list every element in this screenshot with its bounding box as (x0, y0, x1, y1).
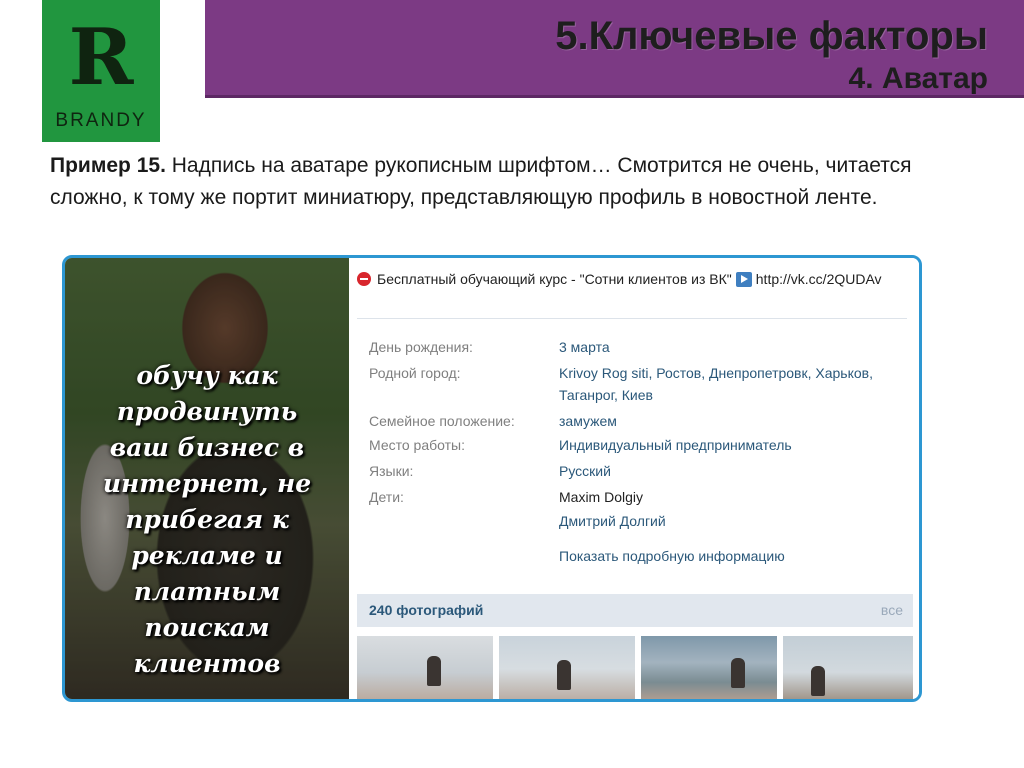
profile-screenshot: обучу как продвинуть ваш бизнес в интерн… (62, 255, 922, 702)
info-label: Место работы: (369, 437, 465, 453)
info-label: День рождения: (369, 339, 473, 355)
person-figure (811, 666, 825, 696)
caption-line: обучу как (136, 361, 278, 390)
person-figure (731, 658, 745, 688)
brandy-logo: R BRANDY (42, 0, 160, 142)
info-value[interactable]: Индивидуальный предприниматель (559, 434, 919, 456)
caption-line: ваш бизнес в (109, 433, 305, 462)
avatar-image[interactable]: обучу как продвинуть ваш бизнес в интерн… (65, 258, 349, 699)
info-value[interactable]: замужем (559, 410, 919, 432)
status-link[interactable]: http://vk.cc/2QUDAv (756, 271, 882, 287)
info-value: Maxim Dolgiy (559, 489, 644, 505)
photo-thumbnail[interactable] (783, 636, 913, 699)
play-icon (735, 272, 752, 287)
logo-letter: R (68, 12, 134, 103)
caption-line: рекламе и (131, 541, 283, 570)
info-value[interactable]: Дмитрий Долгий (559, 510, 919, 532)
profile-status: Бесплатный обучающий курс - "Сотни клиен… (357, 268, 907, 291)
profile-info: Бесплатный обучающий курс - "Сотни клиен… (349, 258, 919, 699)
caption-line: прибегая к (125, 505, 289, 534)
photo-thumbnail[interactable] (357, 636, 493, 699)
person-figure (427, 656, 441, 686)
photos-title[interactable]: 240 фотографий (369, 602, 483, 618)
info-label: Родной город: (369, 365, 461, 381)
caption-line: интернет, не (102, 469, 312, 498)
photos-header[interactable]: 240 фотографий все (357, 594, 913, 627)
info-value[interactable]: Русский (559, 460, 919, 482)
caption-line: продвинуть (116, 397, 298, 426)
status-divider (357, 318, 907, 319)
slide-title: 5.Ключевые факторы (555, 14, 988, 58)
header-bar: 5.Ключевые факторы 4. Аватар (205, 0, 1024, 98)
stop-icon (357, 272, 371, 286)
caption-line: поискам (144, 613, 270, 642)
person-figure (557, 660, 571, 690)
photos-all-link[interactable]: все (881, 602, 903, 618)
caption-line: платным (133, 577, 281, 606)
info-label: Семейное положение: (369, 413, 515, 429)
info-label: Дети: (369, 489, 404, 505)
slide-subtitle: 4. Аватар (848, 62, 988, 95)
info-label: Языки: (369, 463, 414, 479)
photo-thumbnail[interactable] (641, 636, 777, 699)
slide: 5.Ключевые факторы 4. Аватар R BRANDY Пр… (0, 0, 1024, 768)
example-label: Пример 15. (50, 154, 166, 177)
status-text: Бесплатный обучающий курс - "Сотни клиен… (377, 271, 732, 287)
info-value[interactable]: Krivoy Rog siti, Ростов, Днепропетровк, … (559, 362, 919, 406)
show-more-link[interactable]: Показать подробную информацию (559, 548, 785, 564)
example-description: Пример 15. Надпись на аватаре рукописным… (50, 150, 950, 214)
info-value[interactable]: 3 марта (559, 336, 919, 358)
logo-word: BRANDY (55, 110, 147, 131)
caption-line: клиентов (133, 649, 281, 678)
photo-thumbnail[interactable] (499, 636, 635, 699)
avatar-caption: обучу как продвинуть ваш бизнес в интерн… (65, 358, 349, 682)
example-text: Надпись на аватаре рукописным шрифтом… С… (50, 154, 912, 209)
